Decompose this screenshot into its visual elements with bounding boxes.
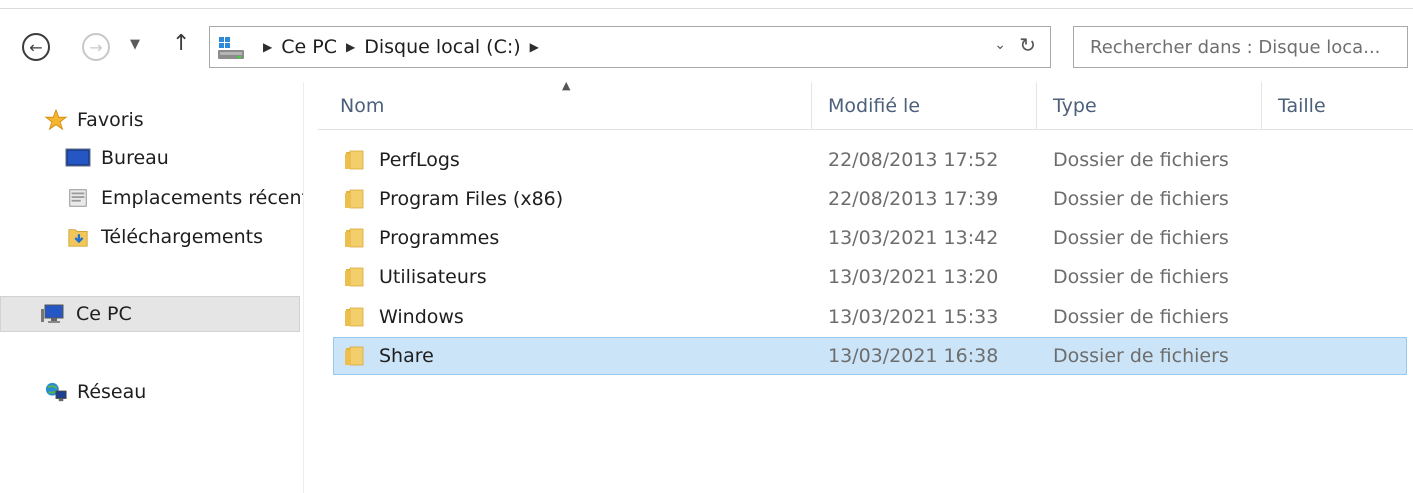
file-row[interactable]: Programmes 13/03/2021 13:42 Dossier de f… bbox=[333, 219, 1407, 257]
column-header-row: ▲ Nom Modifié le Type Taille bbox=[318, 79, 1413, 130]
up-arrow-icon: ↑ bbox=[172, 31, 191, 56]
column-divider[interactable] bbox=[811, 82, 812, 129]
file-name-cell[interactable]: Utilisateurs bbox=[343, 259, 487, 295]
file-name-cell[interactable]: PerfLogs bbox=[343, 142, 460, 178]
breadcrumb-separator-icon[interactable]: ▶ bbox=[530, 40, 539, 54]
recent-locations-dropdown[interactable]: ▼ bbox=[130, 37, 140, 52]
downloads-folder-icon bbox=[68, 229, 88, 247]
file-modified: 13/03/2021 16:38 bbox=[828, 345, 999, 367]
file-row[interactable]: Utilisateurs 13/03/2021 13:20 Dossier de… bbox=[333, 258, 1407, 296]
file-row[interactable]: Windows 13/03/2021 15:33 Dossier de fich… bbox=[333, 298, 1407, 336]
nav-label-this-pc: Ce PC bbox=[76, 303, 132, 325]
search-placeholder: Rechercher dans : Disque loca... bbox=[1090, 37, 1381, 58]
up-button[interactable]: ↑ bbox=[172, 31, 190, 56]
nav-label-recent: Emplacements récents bbox=[101, 187, 303, 209]
nav-label-favorites: Favoris bbox=[77, 109, 144, 131]
file-name: Windows bbox=[379, 306, 464, 328]
column-header-name[interactable]: Nom bbox=[340, 82, 384, 129]
column-header-modified-label: Modifié le bbox=[828, 94, 921, 117]
column-divider[interactable] bbox=[1036, 82, 1037, 129]
file-modified: 22/08/2013 17:39 bbox=[828, 188, 999, 210]
navigation-pane: Favoris Bureau Emplacements récents Télé… bbox=[0, 82, 303, 493]
file-type: Dossier de fichiers bbox=[1053, 188, 1229, 210]
breadcrumb-separator-icon[interactable]: ▶ bbox=[346, 40, 355, 54]
search-input[interactable]: Rechercher dans : Disque loca... bbox=[1073, 26, 1408, 68]
breadcrumb: ▶ Ce PC ▶ Disque local (C:) ▶ bbox=[254, 27, 548, 67]
nav-label-desktop: Bureau bbox=[101, 147, 169, 169]
file-name-cell[interactable]: Program Files (x86) bbox=[343, 181, 563, 217]
back-arrow-icon: ← bbox=[29, 37, 43, 57]
column-header-type[interactable]: Type bbox=[1053, 82, 1097, 129]
nav-item-this-pc[interactable]: Ce PC bbox=[0, 296, 300, 332]
file-name-cell[interactable]: Programmes bbox=[343, 220, 499, 256]
nav-item-desktop[interactable]: Bureau bbox=[0, 140, 303, 176]
file-type: Dossier de fichiers bbox=[1053, 306, 1229, 328]
desktop-icon bbox=[65, 148, 91, 167]
folder-icon bbox=[345, 150, 364, 170]
file-name-cell[interactable]: Windows bbox=[343, 299, 464, 335]
breadcrumb-item-this-pc[interactable]: Ce PC bbox=[281, 36, 337, 58]
file-row[interactable]: PerfLogs 22/08/2013 17:52 Dossier de fic… bbox=[333, 141, 1407, 179]
file-name-cell[interactable]: Share bbox=[343, 338, 434, 374]
chevron-down-icon: ▼ bbox=[130, 37, 140, 52]
file-type: Dossier de fichiers bbox=[1053, 227, 1229, 249]
file-type: Dossier de fichiers bbox=[1053, 266, 1229, 288]
top-divider bbox=[0, 8, 1413, 9]
file-name: Program Files (x86) bbox=[379, 188, 564, 210]
star-icon bbox=[44, 109, 68, 131]
file-modified: 13/03/2021 13:42 bbox=[828, 227, 999, 249]
column-divider[interactable] bbox=[1261, 82, 1262, 129]
file-name: Programmes bbox=[379, 227, 500, 249]
breadcrumb-item-local-disk[interactable]: Disque local (C:) bbox=[364, 36, 520, 58]
refresh-icon[interactable]: ↻ bbox=[1019, 33, 1036, 57]
file-row-selected[interactable]: Share 13/03/2021 16:38 Dossier de fichie… bbox=[333, 337, 1407, 375]
forward-arrow-icon: → bbox=[89, 37, 103, 57]
column-header-size[interactable]: Taille bbox=[1278, 82, 1326, 129]
breadcrumb-separator-icon[interactable]: ▶ bbox=[263, 40, 272, 54]
pane-divider[interactable] bbox=[303, 82, 304, 493]
column-header-size-label: Taille bbox=[1278, 94, 1326, 117]
file-modified: 13/03/2021 13:20 bbox=[828, 266, 999, 288]
folder-icon bbox=[345, 307, 364, 327]
nav-item-recent[interactable]: Emplacements récents bbox=[0, 180, 303, 216]
folder-icon bbox=[345, 228, 364, 248]
file-modified: 22/08/2013 17:52 bbox=[828, 149, 999, 171]
file-type: Dossier de fichiers bbox=[1053, 149, 1229, 171]
folder-icon bbox=[345, 346, 364, 366]
file-modified: 13/03/2021 15:33 bbox=[828, 306, 999, 328]
file-name: PerfLogs bbox=[379, 149, 460, 171]
network-icon bbox=[45, 382, 67, 402]
recent-places-icon bbox=[69, 189, 87, 207]
column-header-type-label: Type bbox=[1053, 94, 1097, 117]
address-history-chevron-icon[interactable]: ⌄ bbox=[994, 37, 1006, 53]
sort-ascending-icon: ▲ bbox=[562, 79, 571, 92]
drive-icon bbox=[218, 37, 244, 59]
computer-icon bbox=[41, 304, 64, 323]
file-type: Dossier de fichiers bbox=[1053, 345, 1229, 367]
nav-label-downloads: Téléchargements bbox=[101, 226, 263, 248]
back-button[interactable]: ← bbox=[22, 33, 50, 61]
address-bar[interactable]: ▶ Ce PC ▶ Disque local (C:) ▶ ⌄ ↻ bbox=[209, 26, 1051, 68]
file-row[interactable]: Program Files (x86) 22/08/2013 17:39 Dos… bbox=[333, 180, 1407, 218]
nav-label-network: Réseau bbox=[77, 381, 147, 403]
folder-icon bbox=[345, 189, 364, 209]
column-header-modified[interactable]: Modifié le bbox=[828, 82, 920, 129]
column-header-name-label: Nom bbox=[340, 94, 385, 117]
nav-item-downloads[interactable]: Téléchargements bbox=[0, 219, 303, 255]
forward-button[interactable]: → bbox=[82, 33, 110, 61]
file-name: Share bbox=[379, 345, 434, 367]
file-name: Utilisateurs bbox=[379, 266, 487, 288]
nav-item-favorites[interactable]: Favoris bbox=[0, 102, 303, 138]
nav-item-network[interactable]: Réseau bbox=[0, 374, 303, 410]
folder-icon bbox=[345, 267, 364, 287]
